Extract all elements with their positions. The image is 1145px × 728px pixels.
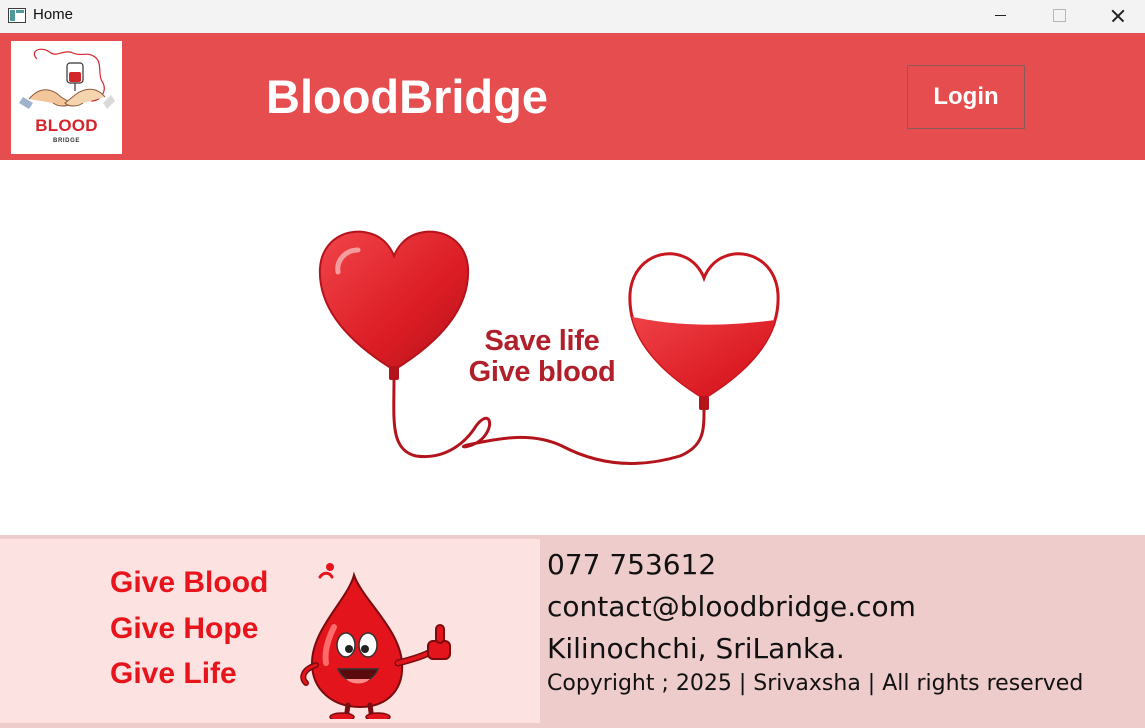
hero-line-save-life: Save life [484,325,600,357]
slogan-give-hope: Give Hope [110,612,259,645]
minimize-button[interactable] [978,0,1024,33]
logo: BLOOD BRIDGE [11,41,122,154]
app-footer: Give Blood Give Hope Give Life 077 75361… [0,535,1145,728]
brand-title: BloodBridge [266,70,548,123]
close-button[interactable] [1095,0,1141,33]
window-titlebar: Home [0,0,1145,33]
copyright-notice: Copyright ; 2025 | Srivaxsha | All right… [547,671,1084,696]
blood-drop-mascot-icon [300,563,451,719]
hero-banner: Save life Give blood [0,160,1145,535]
maximize-button[interactable] [1036,0,1082,33]
app-window-icon [8,8,26,23]
slogan-give-blood: Give Blood [110,566,269,599]
hero-line-give-blood: Give blood [468,356,616,388]
contact-email: contact@bloodbridge.com [547,590,916,623]
footer-slogan-panel: Give Blood Give Hope Give Life [0,539,540,723]
slogan-give-life: Give Life [110,657,237,690]
logo-subword: BRIDGE [53,138,80,144]
login-button[interactable]: Login [907,65,1025,129]
app-header: BLOOD BRIDGE BloodBridge Login [0,33,1145,160]
logo-wordmark: BLOOD [35,116,98,135]
contact-address: Kilinochchi, SriLanka. [547,632,845,665]
contact-phone: 077 753612 [547,548,717,581]
blood-bridge-logo-icon [19,48,115,109]
window-title: Home [33,6,74,23]
